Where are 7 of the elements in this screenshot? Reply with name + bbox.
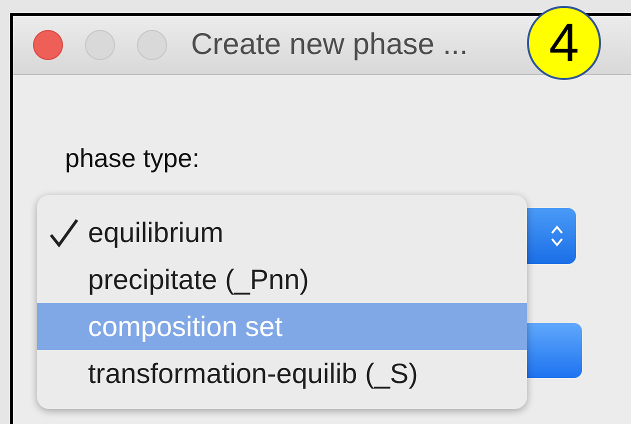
menu-item[interactable]: equilibrium: [37, 209, 527, 256]
menu-item[interactable]: transformation-equilib (_S): [37, 350, 527, 397]
menu-item[interactable]: precipitate (_Pnn): [37, 256, 527, 303]
phase-type-label: phase type:: [65, 143, 200, 174]
close-button[interactable]: [33, 30, 63, 60]
chevron-icon: [550, 224, 564, 248]
window-title: Create new phase ...: [191, 28, 468, 62]
